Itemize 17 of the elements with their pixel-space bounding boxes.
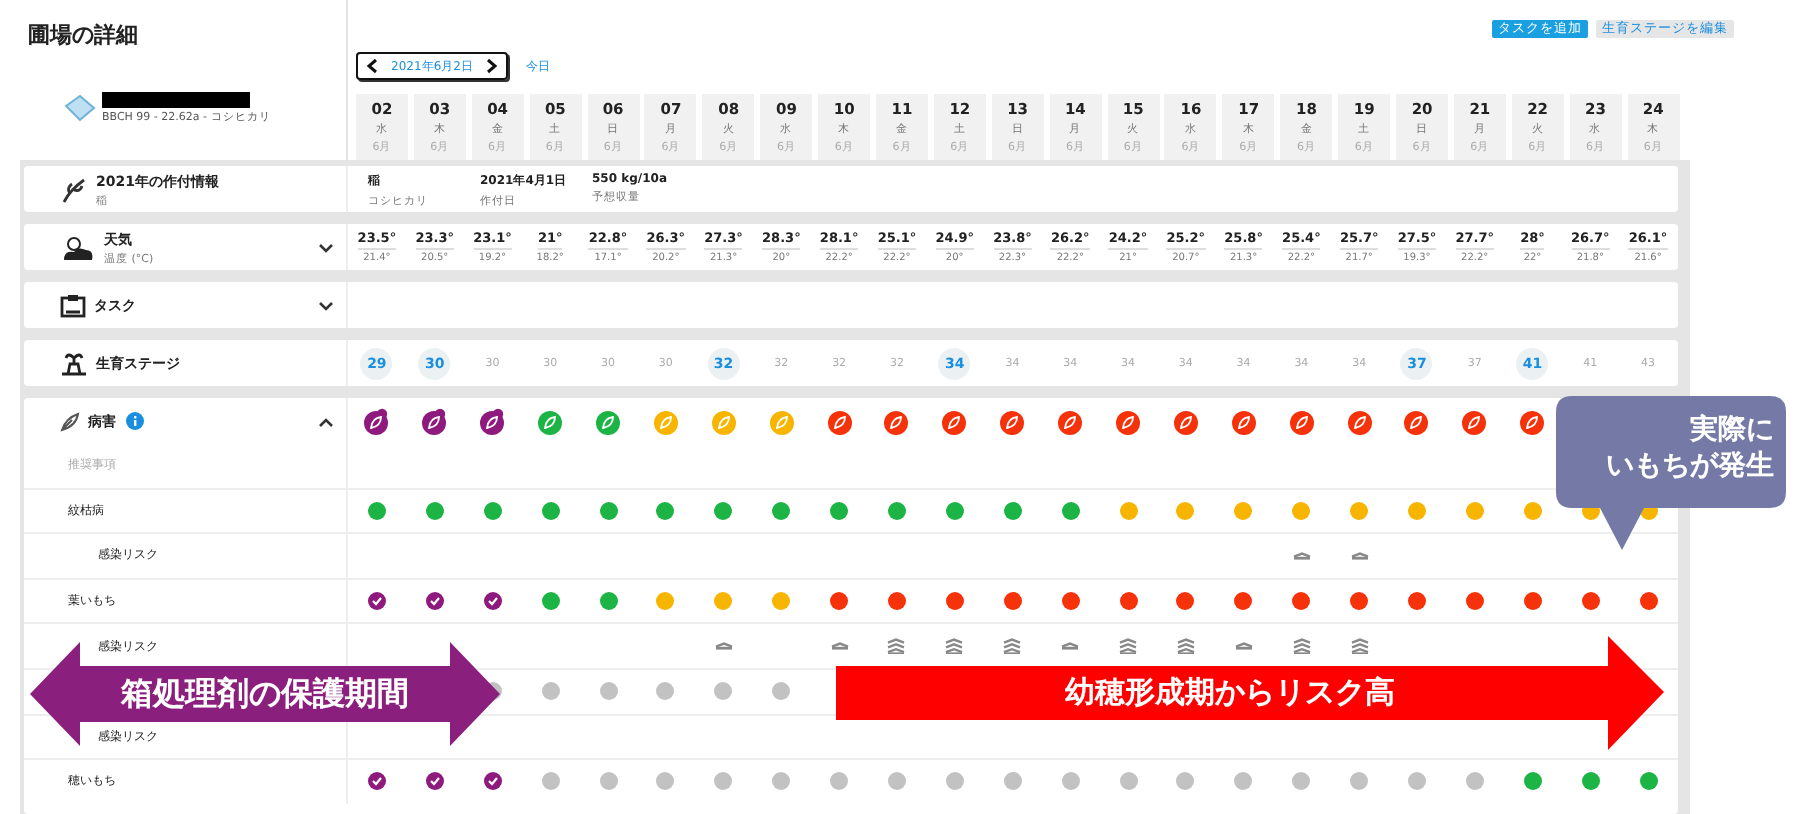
section-icon xyxy=(60,233,96,261)
collapse-icon[interactable] xyxy=(318,415,334,427)
next-icon[interactable] xyxy=(486,58,498,74)
leaf-icon xyxy=(60,411,80,431)
expand-icon[interactable] xyxy=(318,241,334,253)
annotation-text: 幼穂形成期からリスク高 xyxy=(1065,674,1397,712)
expand-icon[interactable] xyxy=(318,299,334,311)
section-icon xyxy=(60,175,88,203)
section-icon xyxy=(60,293,86,317)
annotation-text: 実際に xyxy=(1690,412,1774,448)
annotation-text: いもちが発生 xyxy=(1606,448,1774,484)
page-title: 圃場の詳細 xyxy=(26,20,140,52)
section-icon xyxy=(60,351,88,375)
previous-icon[interactable] xyxy=(366,58,378,74)
info-icon[interactable] xyxy=(126,412,144,430)
field-icon xyxy=(64,94,96,122)
annotation-text: 箱処理剤の保護期間 xyxy=(121,673,409,715)
